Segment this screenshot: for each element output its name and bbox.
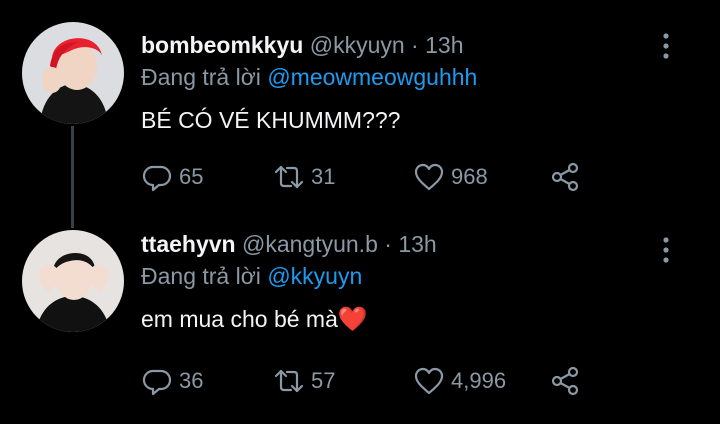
- like-icon: [414, 367, 444, 395]
- retweet-button[interactable]: 57: [273, 364, 335, 398]
- mention-link[interactable]: @kkyuyn: [267, 263, 362, 289]
- like-button[interactable]: 4,996: [413, 364, 506, 398]
- separator-dot: ·: [384, 231, 392, 257]
- tweet-header: ttaehyvn @kangtyun.b · 13h: [141, 230, 680, 258]
- reply-count: 36: [179, 368, 204, 393]
- reply-button[interactable]: 36: [141, 364, 203, 398]
- share-icon: [551, 366, 579, 396]
- retweet-icon: [274, 369, 304, 393]
- tweet-text-body: em mua cho bé mà: [141, 306, 338, 332]
- avatar[interactable]: [22, 230, 124, 332]
- replying-to-label: Đang trả lời: [141, 263, 261, 289]
- timestamp[interactable]: 13h: [398, 231, 436, 257]
- retweet-count: 57: [311, 368, 336, 393]
- like-count: 4,996: [451, 368, 507, 393]
- user-handle[interactable]: @kangtyun.b: [242, 231, 378, 257]
- tweet[interactable]: ttaehyvn @kangtyun.b · 13h Đang trả lời …: [0, 0, 720, 396]
- reply-icon: [142, 369, 172, 396]
- replying-to: Đang trả lời @kkyuyn: [141, 262, 680, 290]
- display-name[interactable]: ttaehyvn: [141, 231, 236, 257]
- tweet-text: em mua cho bé mà❤️: [141, 305, 680, 334]
- action-bar: 36 57 4,996: [141, 364, 591, 398]
- tweet-content: ttaehyvn @kangtyun.b · 13h Đang trả lời …: [141, 230, 680, 334]
- share-button[interactable]: [549, 364, 581, 398]
- heart-emoji: ❤️: [337, 306, 368, 333]
